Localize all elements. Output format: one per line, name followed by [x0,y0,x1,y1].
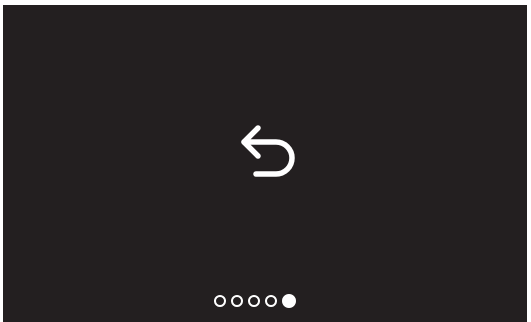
page-dot-2[interactable] [231,295,243,307]
page-dot-5-active[interactable] [282,294,296,308]
slide-screen [3,5,527,322]
page-dot-1[interactable] [214,295,226,307]
page-indicator [214,292,296,310]
undo-arrow-icon [236,122,302,182]
back-button[interactable] [235,119,303,185]
page-dot-3[interactable] [248,295,260,307]
page-dot-4[interactable] [265,295,277,307]
